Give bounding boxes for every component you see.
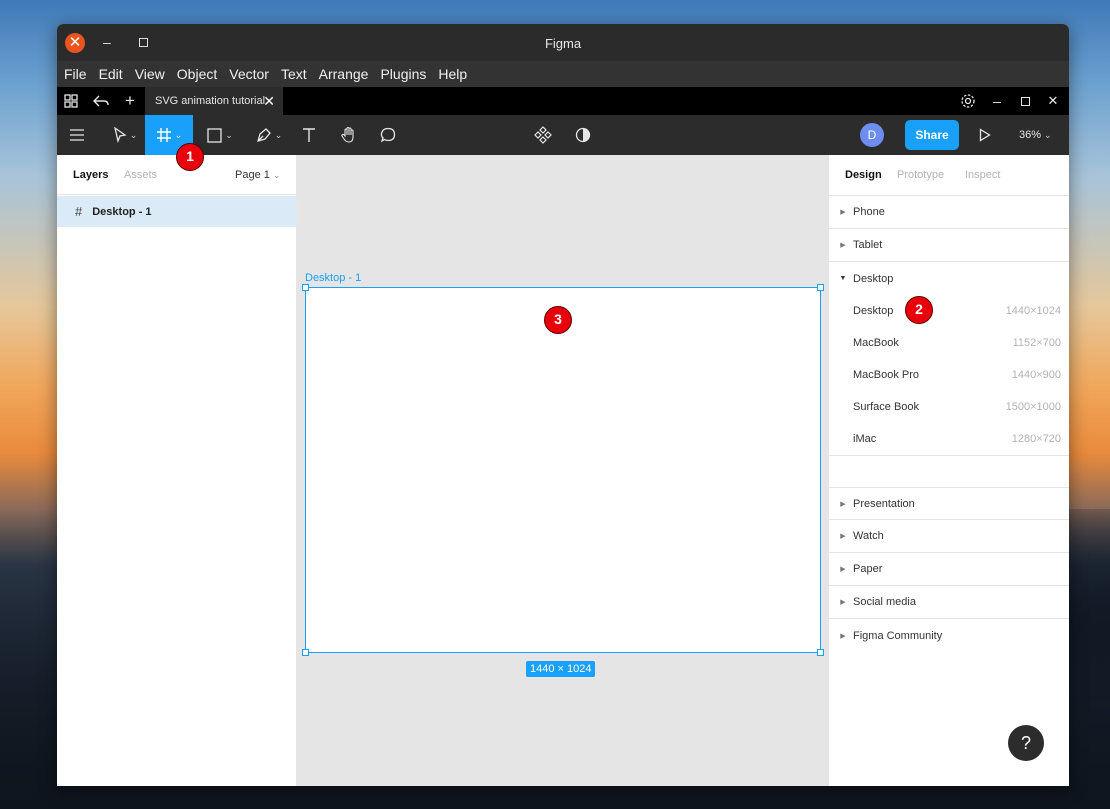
tab-layers[interactable]: Layers (73, 169, 108, 181)
step-marker-2: 2 (905, 296, 933, 324)
text-t-icon (303, 128, 315, 142)
hand-icon (341, 126, 354, 143)
preset-section-desktop[interactable]: ▼ Desktop (829, 262, 1069, 295)
tab-bar: + SVG animation tutorial ✕ – ✕ (57, 87, 1069, 115)
main-menu-icon[interactable] (65, 115, 89, 155)
desktop-frame[interactable] (302, 284, 824, 656)
window-title: Figma (544, 36, 582, 51)
chevron-down-icon: ⌄ (1044, 129, 1052, 140)
title-bar: ✕ – Figma (57, 24, 1069, 61)
page-selector-label: Page 1 (235, 169, 270, 181)
tab-assets[interactable]: Assets (124, 169, 157, 181)
text-tool-button[interactable] (297, 115, 321, 155)
resize-handle-top-right[interactable] (817, 284, 824, 291)
preset-macbook-pro[interactable]: MacBook Pro 1440×900 (829, 359, 1069, 391)
properties-panel: Design Prototype Inspect ▶ Phone ▶ Table… (828, 155, 1069, 786)
menu-arrange[interactable]: Arrange (319, 66, 369, 82)
menu-file[interactable]: File (64, 66, 87, 82)
close-tab-icon[interactable]: ✕ (263, 93, 275, 110)
canvas[interactable]: Desktop - 1 1440 × 1024 (297, 155, 828, 786)
cursor-icon (113, 127, 127, 143)
menu-text[interactable]: Text (281, 66, 307, 82)
menu-vector[interactable]: Vector (229, 66, 269, 82)
chevron-down-icon: ⌄ (272, 170, 281, 180)
caret-right-icon: ▶ (840, 599, 846, 606)
frame-title-label[interactable]: Desktop - 1 (305, 272, 361, 284)
caret-right-icon: ▶ (840, 500, 846, 508)
menu-plugins[interactable]: Plugins (380, 66, 426, 82)
share-button[interactable]: Share (905, 120, 959, 150)
user-avatar[interactable]: D (860, 123, 884, 147)
resize-handle-top-left[interactable] (302, 284, 309, 291)
menu-edit[interactable]: Edit (99, 66, 123, 82)
menu-object[interactable]: Object (177, 66, 217, 82)
app-maximize-icon[interactable] (1015, 87, 1035, 115)
preset-section-paper[interactable]: ▶ Paper (829, 553, 1069, 586)
preset-surface-book[interactable]: Surface Book 1500×1000 (829, 391, 1069, 423)
layers-panel: Layers Assets Page 1 ⌄ # Desktop - 1 (57, 155, 297, 786)
components-icon[interactable] (531, 115, 555, 155)
step-marker-3: 3 (544, 306, 572, 334)
layer-row-desktop-1[interactable]: # Desktop - 1 (57, 196, 297, 227)
caret-down-icon: ▼ (839, 275, 847, 282)
comment-tool-button[interactable] (376, 115, 400, 155)
preset-imac[interactable]: iMac 1280×720 (829, 423, 1069, 456)
app-minimize-icon[interactable]: – (987, 87, 1007, 115)
pen-tool-button[interactable]: ⌄ (251, 115, 287, 155)
rectangle-icon (207, 127, 222, 143)
preset-section-social-media[interactable]: ▶ Social media (829, 586, 1069, 619)
shape-tool-button[interactable]: ⌄ (202, 115, 238, 155)
right-panel-tabs: Design Prototype Inspect (829, 155, 1069, 196)
step-marker-1: 1 (176, 143, 204, 171)
preset-section-presentation[interactable]: ▶ Presentation (829, 487, 1069, 520)
layer-name: Desktop - 1 (92, 205, 152, 218)
tab-inspect[interactable]: Inspect (965, 169, 1000, 181)
comment-bubble-icon (380, 127, 396, 143)
preset-section-phone[interactable]: ▶ Phone (829, 196, 1069, 229)
caret-right-icon: ▶ (840, 242, 846, 249)
app-close-icon[interactable]: ✕ (1043, 87, 1063, 115)
present-play-icon[interactable] (975, 115, 995, 155)
pen-icon (256, 128, 271, 142)
figma-window: ✕ – Figma File Edit View Object Vector T… (57, 24, 1069, 786)
caret-right-icon: ▶ (840, 566, 846, 573)
move-tool-button[interactable]: ⌄ (107, 115, 143, 155)
page-selector[interactable]: Page 1 ⌄ (235, 169, 280, 181)
tab-design[interactable]: Design (845, 169, 882, 181)
menu-bar: File Edit View Object Vector Text Arrang… (57, 61, 1069, 87)
preset-macbook[interactable]: MacBook 1152×700 (829, 327, 1069, 359)
home-grid-icon[interactable] (61, 87, 81, 115)
tab-prototype[interactable]: Prototype (897, 169, 944, 181)
toolbar: ⌄ ⌄ ⌄ ⌄ D Share 36% ⌄ (57, 115, 1069, 155)
file-tab-label: SVG animation tutorial (155, 95, 266, 107)
preset-section-figma-community[interactable]: ▶ Figma Community (829, 619, 1069, 652)
menu-help[interactable]: Help (438, 66, 467, 82)
new-tab-icon[interactable]: + (120, 87, 140, 115)
menu-view[interactable]: View (135, 66, 165, 82)
back-icon[interactable] (91, 87, 111, 115)
caret-right-icon: ▶ (840, 209, 846, 216)
caret-right-icon: ▶ (840, 533, 846, 540)
caret-right-icon: ▶ (840, 632, 846, 640)
resize-handle-bottom-left[interactable] (302, 649, 309, 656)
preset-section-tablet[interactable]: ▶ Tablet (829, 229, 1069, 262)
gear-icon[interactable] (957, 87, 979, 115)
preset-desktop[interactable]: Desktop 1440×1024 (829, 295, 1069, 327)
zoom-dropdown[interactable]: 36% ⌄ (1019, 115, 1052, 155)
frame-hash-icon: # (75, 204, 83, 219)
mask-contrast-icon[interactable] (571, 115, 595, 155)
hand-tool-button[interactable] (337, 115, 361, 155)
file-tab[interactable]: SVG animation tutorial ✕ (145, 87, 283, 115)
preset-section-watch[interactable]: ▶ Watch (829, 520, 1069, 553)
frame-hash-icon (156, 128, 171, 142)
frame-size-badge: 1440 × 1024 (526, 661, 596, 677)
zoom-value: 36% (1019, 129, 1042, 141)
help-button[interactable]: ? (1008, 725, 1044, 761)
resize-handle-bottom-right[interactable] (817, 649, 824, 656)
